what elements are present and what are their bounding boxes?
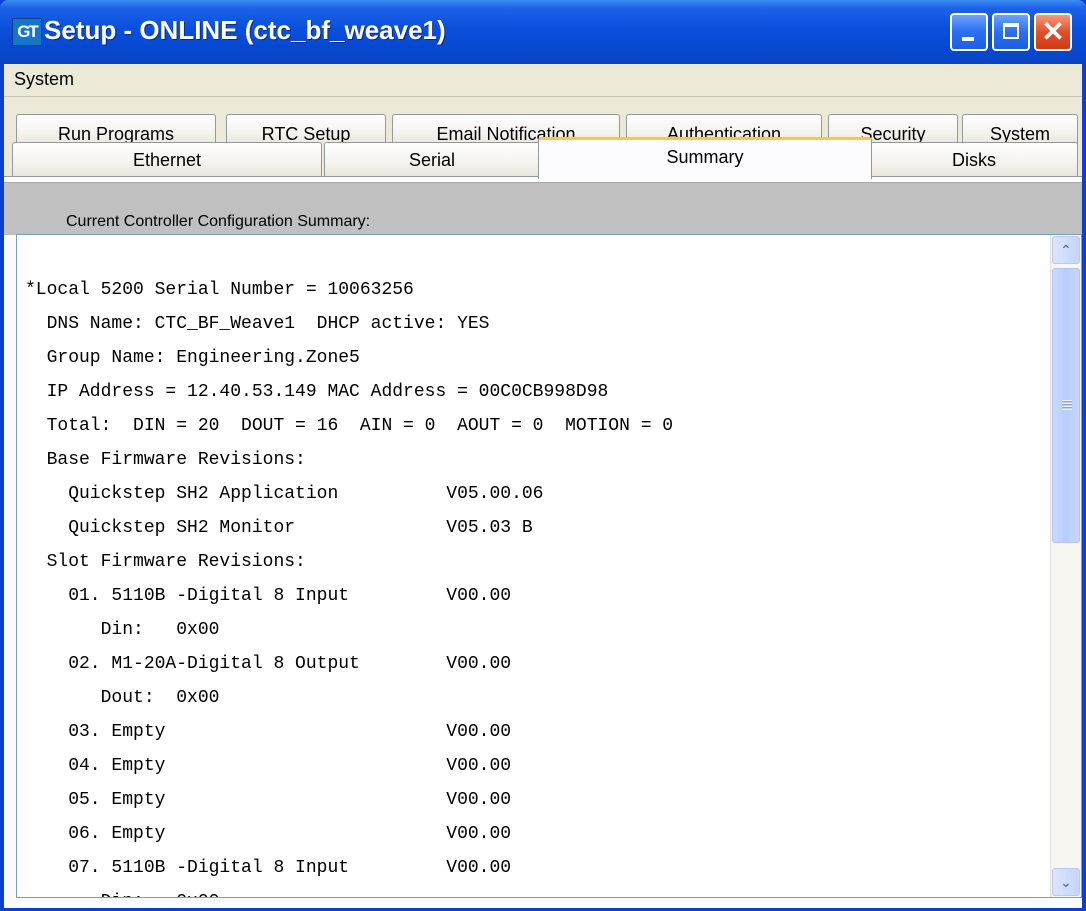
summary-heading: Current Controller Configuration Summary…: [66, 213, 371, 230]
setup-window: GT Setup - ONLINE (ctc_bf_weave1) ✕ Syst…: [0, 0, 1086, 911]
summary-line: Group Name: Engineering.Zone5: [25, 348, 360, 368]
tab-disks[interactable]: Disks: [870, 142, 1078, 176]
app-logo-icon: GT: [12, 18, 42, 46]
summary-panel: Current Controller Configuration Summary…: [4, 176, 1082, 908]
summary-line: DNS Name: CTC_BF_Weave1 DHCP active: YES: [25, 314, 490, 334]
summary-line: Quickstep SH2 Application V05.00.06: [25, 484, 544, 504]
summary-line: Total: DIN = 20 DOUT = 16 AIN = 0 AOUT =…: [25, 416, 674, 436]
close-icon: ✕: [1041, 16, 1065, 47]
summary-line: 06. Empty V00.00: [25, 824, 512, 844]
maximize-button[interactable]: [992, 13, 1030, 51]
maximize-icon: [1003, 23, 1019, 39]
summary-text-area[interactable]: *Local 5200 Serial Number = 10063256 DNS…: [16, 234, 1082, 898]
summary-lines: *Local 5200 Serial Number = 10063256 DNS…: [25, 273, 674, 897]
vertical-scrollbar[interactable]: ⌃ ⌄: [1050, 235, 1081, 897]
grip-icon: [1062, 400, 1072, 410]
chevron-down-icon: ⌄: [1060, 874, 1072, 890]
summary-line: Slot Firmware Revisions:: [25, 552, 306, 572]
scroll-down-button[interactable]: ⌄: [1052, 868, 1080, 896]
minimize-button[interactable]: [950, 13, 988, 51]
summary-line: 07. 5110B -Digital 8 Input V00.00: [25, 858, 512, 878]
summary-line: 05. Empty V00.00: [25, 790, 512, 810]
client-area: System Run Programs RTC Setup Email Noti…: [4, 64, 1082, 908]
summary-line: 03. Empty V00.00: [25, 722, 512, 742]
summary-line: Base Firmware Revisions:: [25, 450, 306, 470]
summary-header-strip: Current Controller Configuration Summary…: [4, 182, 1082, 235]
tab-rtc-setup[interactable]: RTC Setup: [226, 114, 386, 144]
summary-line: Din: 0x00: [25, 620, 220, 640]
tab-system[interactable]: System: [962, 114, 1078, 144]
close-button[interactable]: ✕: [1034, 13, 1072, 51]
tab-ethernet[interactable]: Ethernet: [12, 142, 322, 176]
tab-summary[interactable]: Summary: [538, 137, 872, 179]
summary-line: Din: 0x00: [25, 885, 673, 897]
scroll-up-button[interactable]: ⌃: [1052, 236, 1080, 264]
summary-line: 02. M1-20A-Digital 8 Output V00.00: [25, 654, 512, 674]
summary-line: *Local 5200 Serial Number = 10063256: [25, 280, 414, 300]
window-title: Setup - ONLINE (ctc_bf_weave1): [44, 15, 446, 45]
summary-line: Dout: 0x00: [25, 688, 220, 708]
title-bar[interactable]: GT Setup - ONLINE (ctc_bf_weave1) ✕: [0, 0, 1086, 64]
summary-line: 01. 5110B -Digital 8 Input V00.00: [25, 586, 512, 606]
tab-serial[interactable]: Serial: [324, 142, 540, 176]
summary-line: 04. Empty V00.00: [25, 756, 512, 776]
summary-line: IP Address = 12.40.53.149 MAC Address = …: [25, 382, 609, 402]
summary-line: Quickstep SH2 Monitor V05.03 B: [25, 518, 533, 538]
scroll-thumb[interactable]: [1052, 268, 1080, 543]
chevron-up-icon: ⌃: [1060, 242, 1072, 258]
minimize-icon: [962, 37, 974, 41]
menu-system[interactable]: System: [10, 69, 78, 90]
tab-run-programs[interactable]: Run Programs: [16, 114, 216, 144]
menu-bar: System: [4, 64, 1082, 97]
